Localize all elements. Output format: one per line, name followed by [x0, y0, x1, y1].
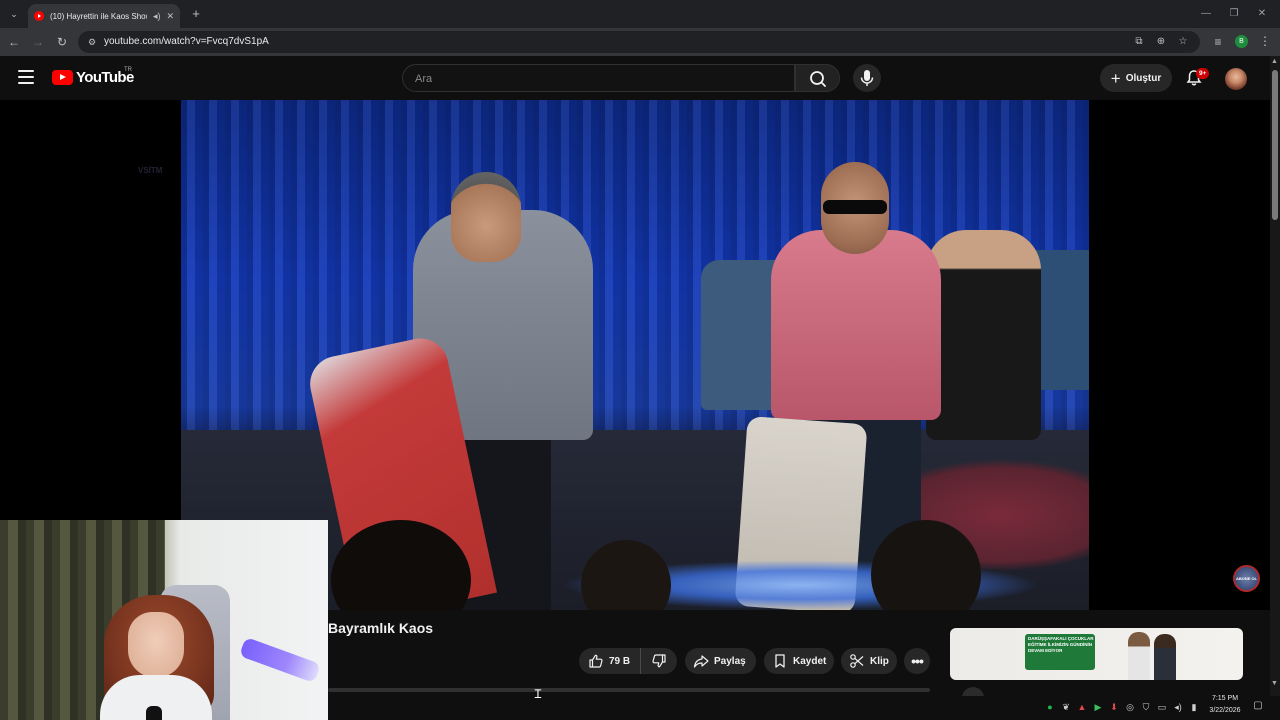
thumbs-down-icon — [652, 654, 666, 668]
streamer-face — [128, 612, 184, 678]
ad-child-figure — [1128, 632, 1150, 680]
dislike-button[interactable] — [641, 648, 677, 674]
site-info-icon[interactable]: ⚙ — [86, 36, 98, 48]
notification-count-badge: 9+ — [1196, 68, 1210, 79]
youtube-play-logo-icon — [52, 70, 73, 85]
youtube-logo[interactable]: YouTube — [52, 69, 134, 86]
bookmark-icon — [775, 654, 785, 668]
voice-search-button[interactable] — [853, 64, 881, 92]
mic-muted-icon[interactable]: ⬇ — [1108, 701, 1120, 713]
share-label: Paylaş — [714, 655, 746, 667]
more-dots-icon: ••• — [911, 653, 924, 669]
window-close-icon[interactable]: ✕ — [1254, 6, 1270, 22]
install-app-icon[interactable]: ⧉ — [1132, 35, 1146, 49]
reload-icon[interactable]: ↻ — [54, 34, 70, 50]
like-count: 79 B — [609, 655, 631, 667]
ad-child-figure — [1154, 634, 1176, 680]
clip-button[interactable]: Klip — [841, 648, 897, 674]
microphone-icon — [860, 70, 874, 86]
bookmark-star-icon[interactable]: ☆ — [1176, 35, 1190, 49]
ad-banner[interactable]: DARÜŞŞAFAKALI ÇOCUKLAR EĞİTİME İLKİMİZİN… — [950, 628, 1243, 680]
share-arrow-icon — [693, 655, 709, 668]
url-text[interactable]: youtube.com/watch?v=Fvcq7dvS1pA — [104, 36, 269, 47]
volume-icon[interactable]: ◂) — [1172, 701, 1184, 713]
new-tab-button[interactable]: + — [188, 6, 204, 22]
sunglasses — [823, 200, 887, 214]
back-icon[interactable]: ← — [6, 34, 22, 50]
account-avatar[interactable] — [1225, 68, 1247, 90]
menu-icon[interactable] — [18, 70, 34, 84]
scissors-icon — [850, 654, 864, 668]
address-bar[interactable]: ⚙ youtube.com/watch?v=Fvcq7dvS1pA ⧉ ⊕ ☆ — [78, 31, 1200, 53]
globe-icon[interactable]: ◎ — [1124, 701, 1136, 713]
advertiser-avatar — [962, 687, 984, 696]
browser-menu-icon[interactable]: ⋮ — [1258, 34, 1272, 48]
create-button[interactable]: + Oluştur — [1100, 64, 1172, 92]
ad-details-row — [950, 682, 1243, 696]
video-title: Bayramlık Kaos — [328, 620, 434, 636]
content-divider — [328, 688, 930, 692]
restore-icon[interactable]: ❐ — [1226, 6, 1242, 22]
browser-toolbar: ← → ↻ ⚙ youtube.com/watch?v=Fvcq7dvS1pA … — [0, 28, 1280, 56]
performer-left-head — [451, 172, 521, 262]
scrollbar-thumb[interactable] — [1272, 70, 1278, 220]
performer-right — [771, 230, 941, 420]
search-box — [402, 64, 795, 92]
microphone-icon[interactable]: ▮ — [1188, 701, 1200, 713]
minimize-icon[interactable]: — — [1198, 6, 1214, 22]
led-strip — [238, 636, 322, 684]
scroll-up-arrow-icon[interactable]: ▲ — [1271, 58, 1278, 65]
tab-title: (10) Hayrettin ile Kaos Show — [50, 11, 147, 21]
warning-icon[interactable]: ▲ — [1076, 701, 1088, 713]
shirt-print: VSİTM — [138, 166, 163, 175]
browser-profile-avatar[interactable]: B — [1235, 35, 1248, 48]
reading-list-icon[interactable]: ≡ — [1210, 34, 1226, 50]
search-button[interactable] — [795, 64, 840, 92]
save-label: Kaydet — [793, 655, 827, 667]
webcam-overlay — [0, 520, 328, 720]
tab-close-icon[interactable]: ✕ — [166, 11, 174, 22]
country-code: TR — [124, 67, 132, 73]
thumbs-up-icon — [589, 654, 603, 668]
save-button[interactable]: Kaydet — [764, 648, 834, 674]
search-input[interactable] — [415, 71, 775, 87]
spotify-icon[interactable]: ● — [1044, 701, 1056, 713]
create-label: Oluştur — [1125, 72, 1162, 84]
more-actions-button[interactable]: ••• — [904, 648, 930, 674]
youtube-header: YouTube TR + Oluştur — [0, 56, 1270, 100]
shield-icon[interactable]: ⛉ — [1140, 701, 1152, 713]
speaker-icon[interactable]: ◂) — [153, 11, 161, 22]
channel-watermark-button[interactable]: ABONE OL — [1233, 565, 1260, 592]
browser-tab-strip: ⌄ (10) Hayrettin ile Kaos Show ◂) ✕ + — … — [0, 0, 1280, 28]
zoom-icon[interactable]: ⊕ — [1154, 35, 1168, 49]
search-icon — [810, 71, 826, 87]
notification-center-icon[interactable]: ▢ — [1252, 700, 1264, 712]
like-dislike-group: 79 B — [579, 648, 677, 674]
youtube-favicon-icon — [34, 11, 44, 21]
tab-search-chevron-icon[interactable]: ⌄ — [6, 6, 22, 22]
microphone — [146, 706, 162, 720]
forward-icon[interactable]: → — [30, 34, 46, 50]
ad-headline: DARÜŞŞAFAKALI ÇOCUKLAR EĞİTİME İLKİMİZİN… — [1028, 636, 1094, 653]
plus-icon: + — [1110, 68, 1121, 88]
play-app-icon[interactable]: ▶ — [1092, 701, 1104, 713]
like-button[interactable]: 79 B — [579, 648, 641, 674]
tray-app-icon[interactable]: ❦ — [1060, 701, 1072, 713]
clip-label: Klip — [870, 655, 889, 667]
scroll-down-arrow-icon[interactable]: ▼ — [1271, 680, 1278, 687]
browser-tab[interactable]: (10) Hayrettin ile Kaos Show ◂) ✕ — [28, 4, 180, 28]
seated-guest — [926, 230, 1041, 440]
network-icon[interactable]: ▭ — [1156, 701, 1168, 713]
text-cursor-icon: Ɪ — [534, 687, 542, 701]
share-button[interactable]: Paylaş — [685, 648, 756, 674]
clock-date[interactable]: 3/22/2026 — [1204, 707, 1246, 714]
clock-time[interactable]: 7:15 PM — [1206, 695, 1244, 702]
